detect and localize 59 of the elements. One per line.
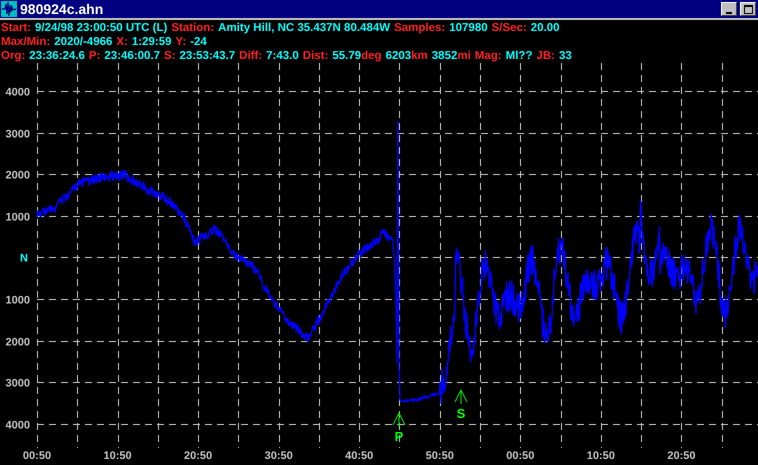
unit-label: deg [361, 49, 382, 63]
phase-label: S [456, 406, 466, 421]
arrow-icon [392, 412, 406, 428]
field-label: Mag: [474, 49, 502, 63]
field-label: Start: [1, 21, 32, 35]
field-value: -24 [190, 35, 207, 49]
axis-label: 3000 [6, 128, 30, 140]
field-label: Org: [1, 49, 26, 63]
field-label: Station: [171, 21, 214, 35]
axis-label: 10:50 [103, 450, 132, 462]
axis-label: 2000 [6, 170, 30, 182]
field-label: P: [88, 49, 100, 63]
field-label: JB: [536, 49, 555, 63]
axis-label: 30:50 [264, 450, 293, 462]
field-label: Max/Min: [1, 35, 50, 49]
field-label: X: [116, 35, 128, 49]
field-value: 3852 [432, 49, 458, 63]
arrow-icon [454, 390, 468, 404]
field-value: 55.79 [332, 49, 362, 63]
field-label: Diff: [239, 49, 262, 63]
unit-label: km [411, 49, 428, 63]
field-label: Dist: [302, 49, 328, 63]
field-value: 23:46:00.7 [104, 49, 160, 63]
field-label: S/Sec: [492, 21, 527, 35]
zero-label: N [20, 252, 28, 264]
unit-label: mi [457, 49, 471, 63]
axis-label: 1000 [6, 212, 30, 224]
field-value: 23:53:43.7 [180, 49, 236, 63]
field-value: 1:29:59 [132, 35, 172, 49]
maximize-icon [744, 5, 752, 14]
axis-label: 4000 [6, 86, 30, 98]
axis-label: 2000 [6, 336, 30, 348]
field-value: 33 [559, 49, 572, 63]
axis-label: 00:50 [506, 450, 534, 462]
field-value: 23:36:24.6 [29, 49, 85, 63]
minimize-button[interactable] [721, 2, 737, 16]
field-value: Amity Hill, NC 35.437N 80.484W [218, 21, 390, 35]
axis-label: 3000 [6, 378, 30, 390]
axis-label: 00:50 [22, 450, 52, 462]
field-label: Samples: [394, 21, 446, 35]
field-value: 2020/-4966 [54, 35, 112, 49]
window-title: 980924c.ahn [20, 1, 104, 17]
field-label: Y: [176, 35, 186, 49]
field-label: S: [164, 49, 176, 63]
field-value: Ml?? [506, 49, 532, 63]
axis-label: 20:50 [667, 450, 696, 462]
field-value: 9/24/98 23:00:50 UTC (L) [35, 21, 168, 35]
phase-label: P [394, 429, 404, 444]
axis-label: 40:50 [345, 450, 374, 462]
axis-label: 10:50 [586, 450, 615, 462]
field-value: 107980 [449, 21, 488, 35]
axis-label: 50:50 [426, 450, 454, 462]
field-value: 20.00 [530, 21, 560, 35]
field-value: 7:43.0 [266, 49, 299, 63]
maximize-button[interactable] [740, 2, 756, 16]
field-value: 6203 [386, 49, 412, 63]
axis-label: 4000 [6, 420, 30, 432]
axis-label: 20:50 [184, 450, 212, 462]
axis-label: 1000 [6, 294, 30, 306]
